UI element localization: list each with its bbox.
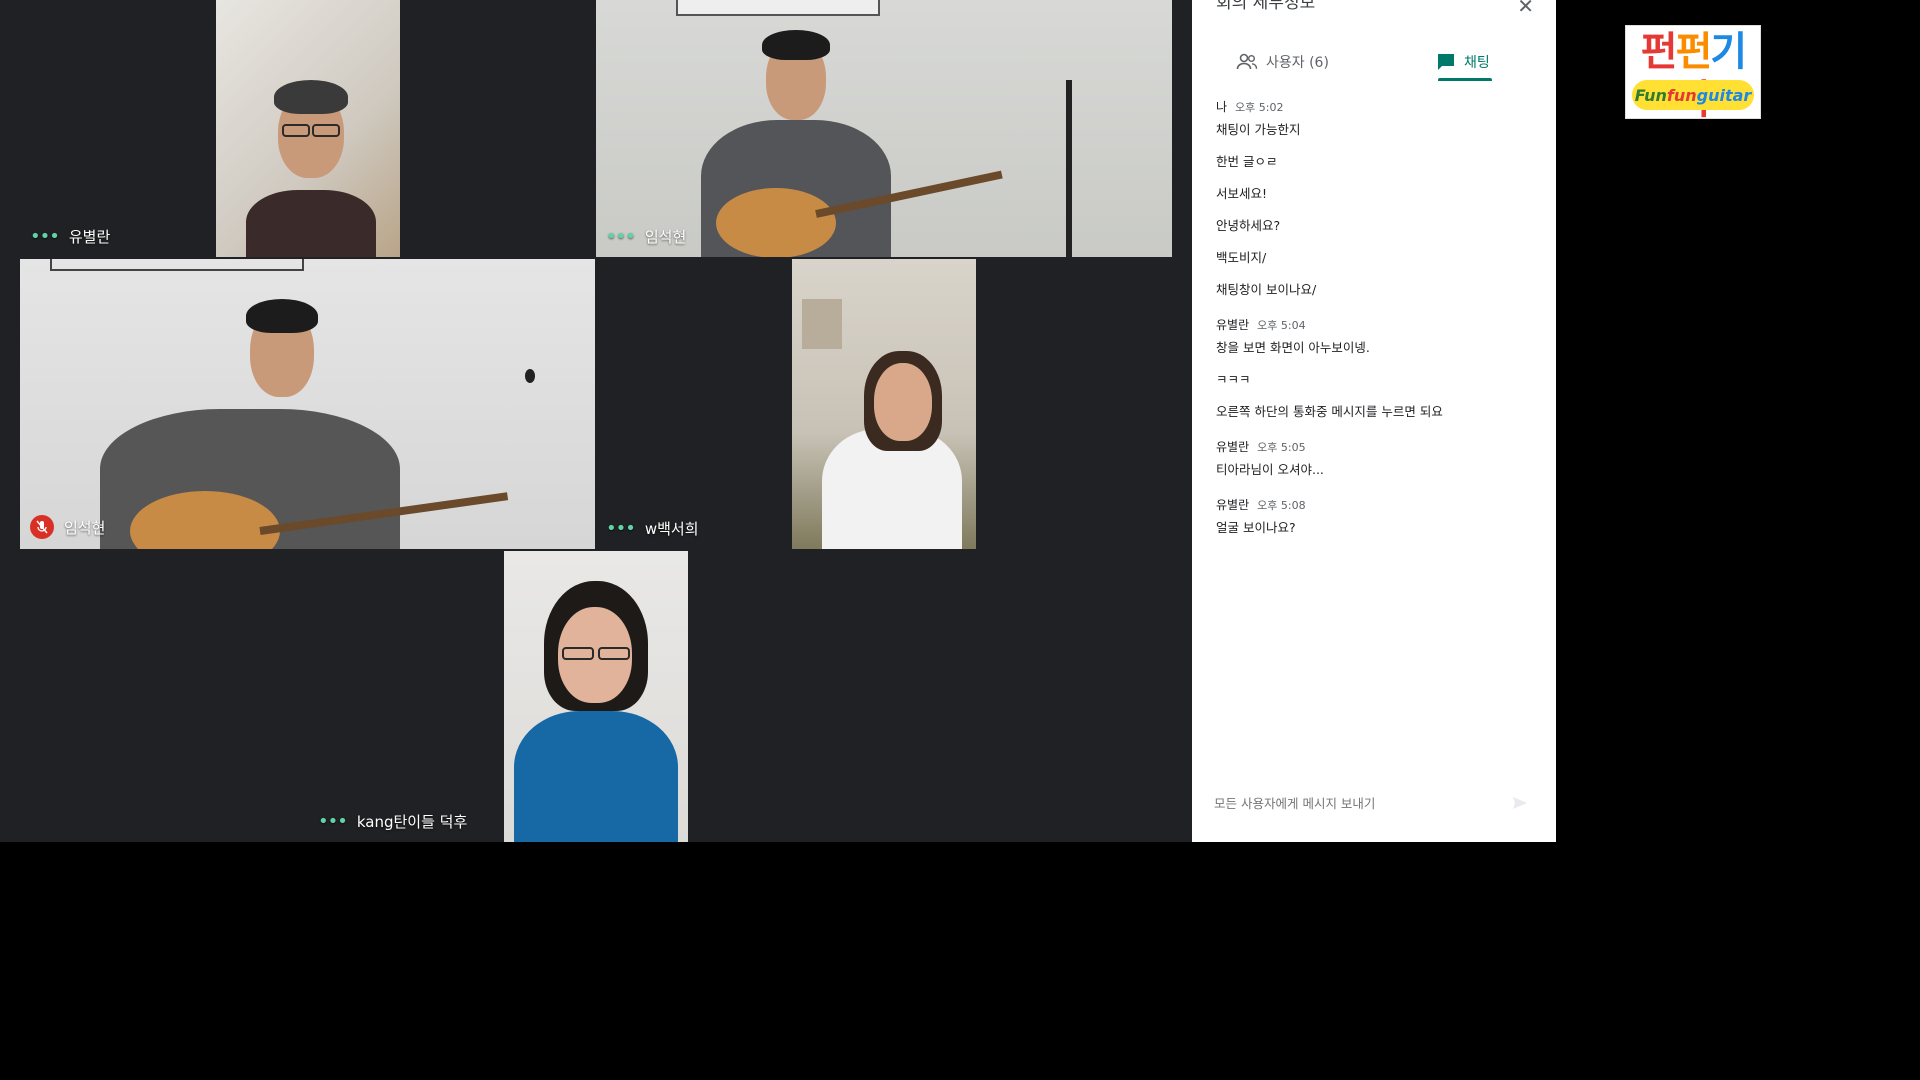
tab-users-label: 사용자 (6) [1266, 55, 1329, 71]
message-sender: 나 [1216, 100, 1228, 114]
message-text: 서보세요! [1216, 186, 1268, 201]
message-text: ㅋㅋㅋ [1216, 372, 1251, 387]
participant-video [504, 551, 688, 842]
message-header: 유별란 오후 5:04 [1216, 316, 1536, 333]
mic-off-icon [30, 515, 54, 539]
chat-message-group: 유별란 오후 5:08 얼굴 보이나요? [1216, 496, 1536, 536]
participant-name: w백서희 [644, 520, 699, 538]
message-sender: 유별란 [1216, 318, 1250, 332]
message-header: 나 오후 5:02 [1216, 98, 1536, 115]
participant-tile[interactable]: ••• kang탄이들 덕후 [308, 551, 884, 842]
participant-name-label: ••• 임석현 [606, 226, 686, 247]
message-text: 티아라님이 오셔야... [1216, 462, 1324, 477]
chat-icon [1438, 54, 1454, 70]
send-icon[interactable] [1512, 796, 1528, 810]
message-time: 오후 5:02 [1235, 101, 1284, 114]
tab-users[interactable]: 사용자 (6) [1236, 40, 1329, 84]
chat-message-group: 유별란 오후 5:04 창을 보면 화면이 아누보이넹. ㅋㅋㅋ 오른쪽 하단의 … [1216, 316, 1536, 420]
meeting-stage: ••• 유별란 ••• 임석현 임석현 ••• w백서희 ••• kang탄이들… [0, 0, 1556, 842]
message-header: 유별란 오후 5:05 [1216, 438, 1536, 455]
participant-tile[interactable]: ••• w백서희 [596, 259, 1172, 549]
tab-chat-label: 채팅 [1464, 55, 1490, 71]
participant-video [20, 259, 595, 549]
participant-tile[interactable]: ••• 임석현 [596, 0, 1172, 257]
message-time: 오후 5:08 [1257, 499, 1306, 512]
people-icon [1236, 53, 1258, 70]
participant-name-label: ••• w백서희 [606, 518, 699, 539]
chat-message-input[interactable] [1212, 795, 1506, 812]
participant-video [216, 0, 400, 257]
chat-message-group: 나 오후 5:02 채팅이 가능한지 한번 글ㅇㄹ 서보세요! 안녕하세요? 백도… [1216, 98, 1536, 298]
chat-message-group: 유별란 오후 5:05 티아라님이 오셔야... [1216, 438, 1536, 478]
message-text: 백도비지/ [1216, 250, 1267, 265]
audio-activity-icon: ••• [606, 225, 636, 247]
message-text: 오른쪽 하단의 통화중 메시지를 누르면 되요 [1216, 404, 1443, 419]
participant-video [596, 0, 1172, 257]
audio-activity-icon: ••• [606, 517, 636, 539]
panel-title: 회의 세부정보 [1216, 0, 1316, 13]
message-time: 오후 5:05 [1257, 441, 1306, 454]
participant-name: 임석현 [64, 518, 106, 537]
message-text: 채팅이 가능한지 [1216, 122, 1301, 137]
meeting-details-panel: 회의 세부정보 ✕ 사용자 (6) 채팅 나 오후 5:02 채팅이 가능한지 한… [1192, 0, 1556, 842]
message-text: 안녕하세요? [1216, 218, 1281, 233]
message-text: 채팅창이 보이나요/ [1216, 282, 1317, 297]
message-text: 얼굴 보이나요? [1216, 520, 1296, 535]
participant-name-label: ••• 유별란 [30, 226, 110, 247]
chat-message-list: 나 오후 5:02 채팅이 가능한지 한번 글ㅇㄹ 서보세요! 안녕하세요? 백도… [1216, 98, 1536, 554]
channel-logo: 펀펀기타 Fun fun guitar [1625, 25, 1761, 123]
close-icon[interactable]: ✕ [1517, 0, 1534, 18]
audio-activity-icon: ••• [30, 225, 60, 247]
participant-name-label: 임석현 [30, 515, 105, 539]
participant-tile[interactable]: ••• 유별란 [20, 0, 595, 257]
logo-english-text: Fun fun guitar [1632, 80, 1754, 110]
message-header: 유별란 오후 5:08 [1216, 496, 1536, 513]
participant-name: 임석현 [644, 228, 687, 246]
participant-video [792, 259, 976, 549]
message-time: 오후 5:04 [1257, 319, 1306, 332]
participant-name-label: ••• kang탄이들 덕후 [318, 811, 467, 832]
message-text: 한번 글ㅇㄹ [1216, 154, 1278, 169]
panel-tabs: 사용자 (6) 채팅 [1192, 40, 1556, 84]
message-sender: 유별란 [1216, 498, 1250, 512]
participant-name: 유별란 [68, 228, 111, 246]
message-text: 창을 보면 화면이 아누보이넹. [1216, 340, 1370, 355]
audio-activity-icon: ••• [318, 810, 348, 832]
participant-name: kang탄이들 덕후 [356, 813, 468, 831]
active-tab-indicator [1438, 78, 1492, 81]
message-sender: 유별란 [1216, 440, 1250, 454]
participant-tile[interactable]: 임석현 [20, 259, 595, 549]
video-grid: ••• 유별란 ••• 임석현 임석현 ••• w백서희 ••• kang탄이들… [0, 0, 1192, 842]
